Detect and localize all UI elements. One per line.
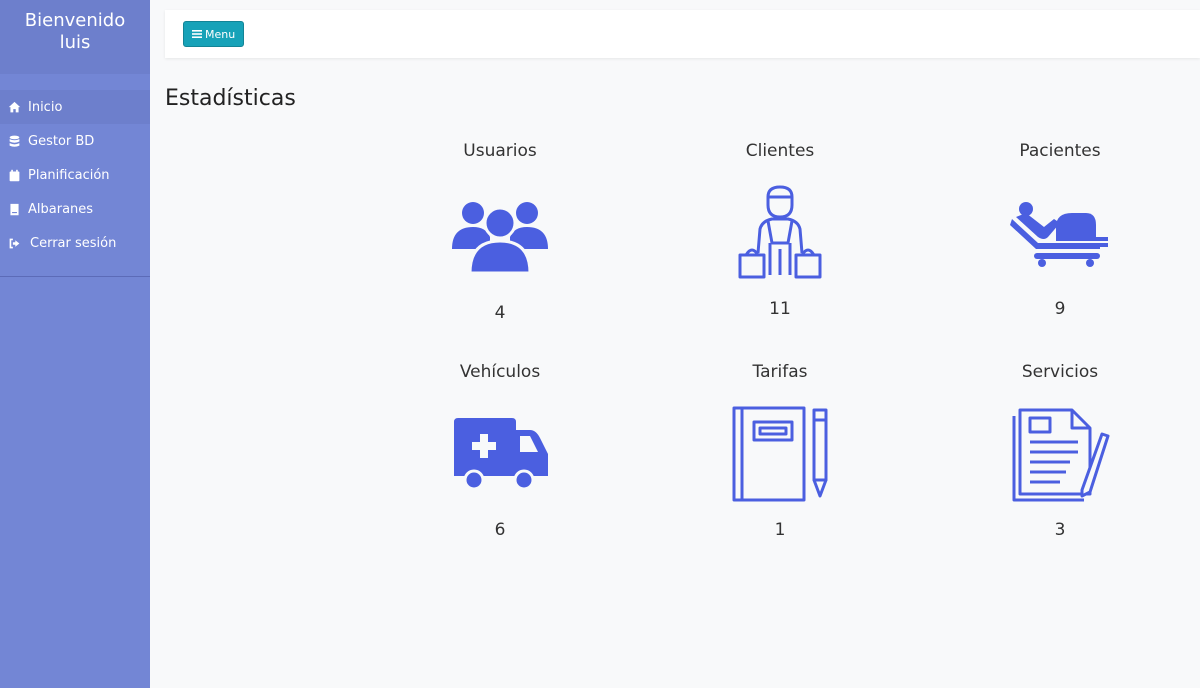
welcome-text: Bienvenido — [24, 10, 126, 31]
sidebar-item-cerrar-sesion[interactable]: Cerrar sesión — [0, 226, 150, 260]
sidebar-menu: Inicio Gestor BD Planificación Albaranes… — [0, 90, 150, 277]
stat-value: 11 — [769, 299, 791, 319]
stat-card-vehiculos: Vehículos 6 — [400, 360, 600, 542]
sidebar-item-label: Gestor BD — [28, 133, 95, 149]
page-title: Estadísticas — [165, 86, 296, 111]
menu-button-label: Menu — [205, 27, 236, 41]
top-navbar: Menu — [165, 10, 1200, 58]
document-icon — [1010, 404, 1110, 504]
sidebar-item-label: Albaranes — [28, 201, 94, 217]
sidebar-item-label: Inicio — [28, 99, 63, 115]
stat-card-pacientes: Pacientes 9 — [960, 139, 1160, 321]
sidebar-item-inicio[interactable]: Inicio — [0, 90, 150, 124]
stat-label: Pacientes — [1019, 141, 1101, 161]
patient-icon — [1010, 183, 1110, 283]
stat-card-servicios: Servicios 3 — [960, 360, 1160, 542]
stat-value: 6 — [494, 520, 506, 540]
book-icon — [4, 203, 24, 216]
stat-card-tarifas: Tarifas 1 — [680, 360, 880, 542]
stat-card-usuarios: Usuarios 4 — [400, 139, 600, 325]
database-icon — [4, 135, 24, 148]
sidebar-item-albaranes[interactable]: Albaranes — [0, 192, 150, 226]
ambulance-icon — [450, 404, 550, 504]
menu-toggle-button[interactable]: Menu — [183, 21, 245, 47]
stat-label: Vehículos — [459, 362, 541, 382]
stat-label: Tarifas — [752, 362, 808, 382]
stat-label: Clientes — [745, 141, 815, 161]
customer-icon — [730, 183, 830, 283]
sign-out-icon — [4, 237, 24, 250]
sidebar-item-planificacion[interactable]: Planificación — [0, 158, 150, 192]
sidebar: Bienvenido luis Inicio Gestor BD Planifi… — [0, 0, 150, 688]
stat-value: 9 — [1054, 299, 1066, 319]
username-text: luis — [59, 32, 91, 53]
sidebar-item-label: Cerrar sesión — [30, 235, 117, 251]
sidebar-header: Bienvenido luis — [0, 0, 150, 74]
users-icon — [450, 187, 550, 287]
stat-label: Usuarios — [463, 141, 537, 161]
stat-value: 4 — [494, 303, 506, 323]
sidebar-item-label: Planificación — [28, 167, 110, 183]
calendar-icon — [4, 169, 24, 182]
stat-value: 3 — [1054, 520, 1066, 540]
sidebar-item-gestor-bd[interactable]: Gestor BD — [0, 124, 150, 158]
stat-value: 1 — [774, 520, 786, 540]
home-icon — [4, 101, 24, 114]
notebook-icon — [730, 404, 830, 504]
bars-icon — [192, 30, 202, 38]
stat-card-clientes: Clientes 11 — [680, 139, 880, 321]
stat-label: Servicios — [1021, 362, 1099, 382]
